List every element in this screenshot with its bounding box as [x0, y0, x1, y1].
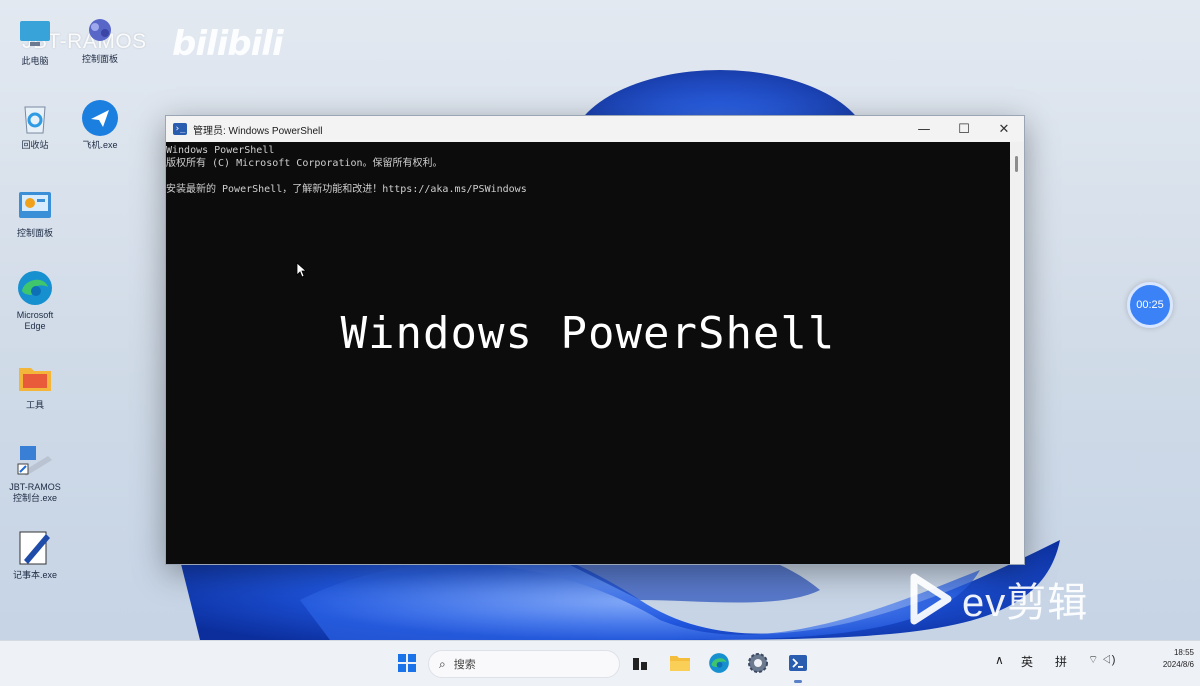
plane-icon — [80, 98, 120, 138]
task-view-icon — [633, 658, 647, 670]
start-icon — [398, 654, 416, 672]
desktop-icon-folder[interactable]: 工具 — [5, 358, 65, 411]
network-sound-icon[interactable]: ⌔ ◁) — [1088, 653, 1115, 667]
bilibili-watermark: bilibili — [172, 24, 284, 64]
ev-watermark: ev剪辑 — [906, 570, 1088, 628]
recycle-bin-icon — [15, 98, 55, 138]
clock-time: 18:55 — [1173, 648, 1194, 657]
mouse-cursor-icon — [296, 262, 308, 278]
taskbar-clock[interactable]: 18:55 2024/8/6 — [1150, 647, 1194, 671]
terminal-line: 版权所有 (C) Microsoft Corporation。保留所有权利。 — [166, 158, 443, 169]
search-placeholder: 搜索 — [453, 659, 476, 671]
taskbar: ⌕ 搜索 ∧ 英 拼 ⌔ ◁) 18:55 2024/8/6 — [0, 640, 1200, 686]
edge-taskbar-button[interactable] — [705, 649, 733, 677]
ev-watermark-text: ev剪辑 — [962, 581, 1089, 625]
edge-icon — [709, 653, 729, 673]
desktop-icon-control[interactable]: 控制面板 — [5, 186, 65, 239]
ime-mode[interactable]: 拼 — [1055, 653, 1067, 670]
powershell-window[interactable]: ›_ 管理员: Windows PowerShell — ☐ ✕ Windows… — [165, 115, 1025, 565]
scrollbar-thumb[interactable] — [1015, 156, 1018, 172]
file-explorer-icon — [670, 656, 690, 671]
settings-button[interactable] — [744, 649, 772, 677]
close-button[interactable]: ✕ — [984, 116, 1024, 142]
minimize-button[interactable]: — — [904, 116, 944, 142]
terminal-line: 安装最新的 PowerShell，了解新功能和改进！https://aka.ms… — [166, 184, 527, 195]
powershell-icon: ›_ — [173, 123, 187, 135]
task-view-button[interactable] — [626, 649, 654, 677]
powershell-taskbar-button[interactable] — [784, 649, 812, 677]
video-caption: Windows PowerShell — [340, 308, 836, 359]
settings-icon — [748, 653, 768, 673]
start-button[interactable] — [393, 649, 421, 677]
desktop-icon-editor[interactable]: 记事本.exe — [5, 528, 65, 581]
vertical-scrollbar[interactable] — [1010, 142, 1024, 564]
window-titlebar[interactable]: ›_ 管理员: Windows PowerShell — ☐ ✕ — [166, 116, 1024, 142]
monitor-icon — [15, 14, 55, 54]
desktop-icon-this-pc[interactable]: 此电脑 — [5, 14, 65, 67]
notepad-icon — [15, 528, 55, 568]
edge-icon — [15, 268, 55, 308]
shortcut-icon — [15, 440, 55, 480]
tray-chevron[interactable]: ∧ — [995, 653, 1004, 667]
recording-timer[interactable]: 00:25 — [1127, 282, 1173, 328]
window-title: 管理员: Windows PowerShell — [193, 125, 323, 137]
network-icon — [80, 12, 120, 52]
control-panel-icon — [15, 186, 55, 226]
desktop-icon-recycle-bin[interactable]: 回收站 — [5, 98, 65, 151]
desktop: JBT-RAMOS bilibili 此电脑 控制面板 回收站 飞机.exe 控… — [0, 0, 1200, 640]
search-icon: ⌕ — [439, 656, 446, 671]
ime-language[interactable]: 英 — [1021, 653, 1033, 670]
powershell-icon — [789, 655, 807, 671]
folder-icon — [15, 358, 55, 398]
file-explorer-button[interactable] — [666, 649, 694, 677]
maximize-button[interactable]: ☐ — [944, 116, 984, 142]
taskbar-search[interactable]: ⌕ 搜索 — [428, 650, 620, 678]
desktop-icon-feiji[interactable]: 飞机.exe — [70, 98, 130, 151]
terminal-line: Windows PowerShell — [166, 145, 275, 156]
clock-date: 2024/8/6 — [1162, 660, 1194, 669]
ev-logo-icon — [910, 573, 952, 625]
desktop-icon-jbt[interactable]: JBT-RAMOS 控制台.exe — [5, 440, 65, 504]
active-app-indicator — [794, 680, 802, 683]
desktop-icon-network[interactable]: 控制面板 — [70, 12, 130, 65]
desktop-icon-edge[interactable]: Microsoft Edge — [5, 268, 65, 332]
